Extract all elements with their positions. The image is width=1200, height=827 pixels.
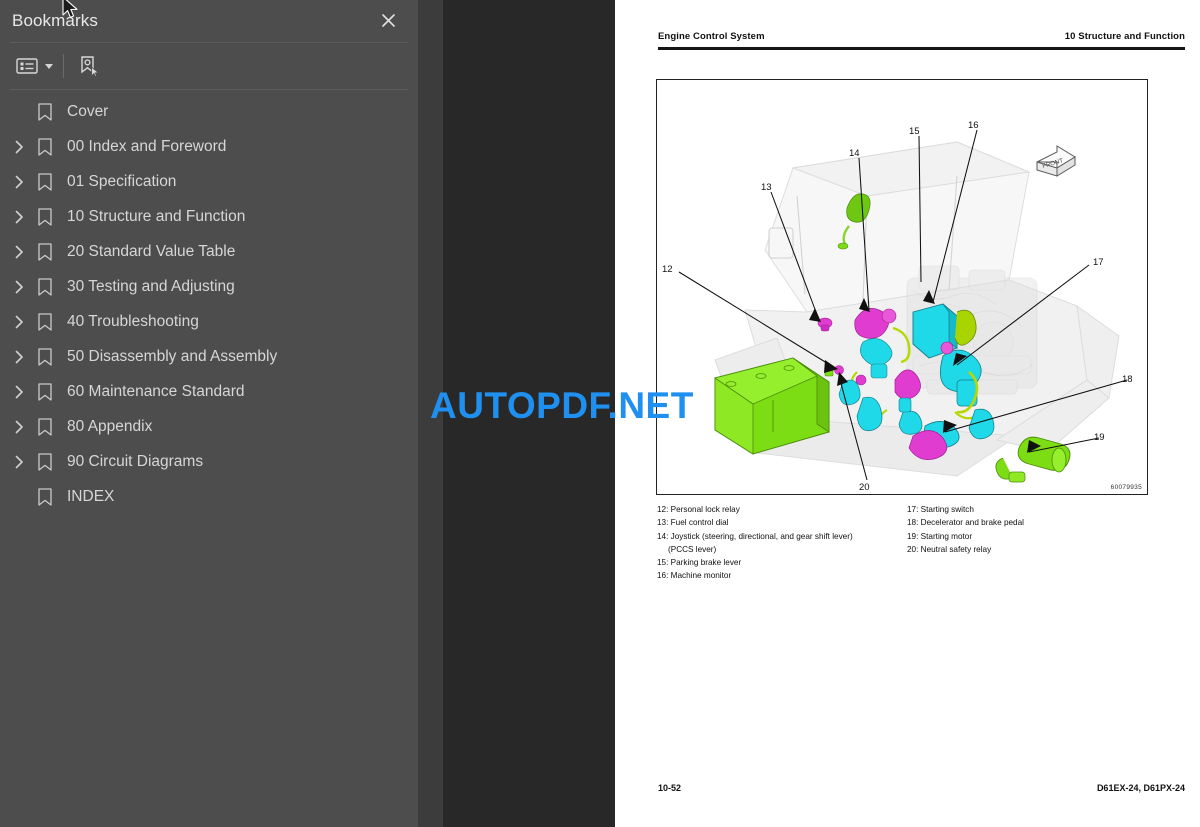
bookmark-item[interactable]: 60 Maintenance Standard [0, 374, 418, 409]
callout-14: 14 [849, 148, 860, 159]
callout-20: 20 [859, 482, 870, 492]
page-number: 10-52 [658, 783, 682, 793]
figure-box: FRONT 12 13 14 15 16 17 18 19 20 6007993… [656, 79, 1148, 495]
bookmark-icon [32, 312, 58, 331]
expand-chevron-right-icon[interactable] [6, 234, 32, 269]
page-header-rule [658, 47, 1185, 50]
bookmarks-panel-header: Bookmarks [0, 0, 418, 42]
callout-15: 15 [909, 126, 920, 137]
page-header-left: Engine Control System [658, 31, 765, 42]
bookmark-icon [32, 382, 58, 401]
bookmark-options-button[interactable] [16, 51, 53, 81]
legend-item: (PCCS lever) [668, 544, 717, 554]
callout-13: 13 [761, 182, 772, 193]
legend-column-right: 17: Starting switch 18: Decelerator and b… [907, 503, 1157, 583]
bookmark-item[interactable]: 00 Index and Foreword [0, 129, 418, 164]
bookmark-icon [32, 172, 58, 191]
close-panel-button[interactable] [374, 6, 402, 34]
bookmark-label: 50 Disassembly and Assembly [67, 347, 278, 365]
expand-chevron-right-icon[interactable] [6, 199, 32, 234]
bookmark-icon [32, 102, 58, 121]
pdf-page: Engine Control System 10 Structure and F… [615, 0, 1200, 827]
expand-chevron-right-icon[interactable] [6, 374, 32, 409]
legend-item: 20: Neutral safety relay [907, 544, 992, 554]
bookmark-icon [32, 242, 58, 261]
bookmark-label: 80 Appendix [67, 417, 153, 435]
viewer-gutter [418, 0, 443, 827]
legend-column-left: 12: Personal lock relay 13: Fuel control … [657, 503, 907, 583]
legend-item: 19: Starting motor [907, 531, 973, 541]
document-viewer: Engine Control System 10 Structure and F… [418, 0, 1200, 827]
bookmark-label: Cover [67, 102, 109, 120]
expand-chevron-right-icon[interactable] [6, 409, 32, 444]
page-header-right: 10 Structure and Function [1064, 31, 1185, 42]
bookmark-label: 00 Index and Foreword [67, 137, 227, 155]
engine-control-system-diagram: FRONT 12 13 14 15 16 17 18 19 20 [662, 120, 1133, 493]
figure-id: 60079935 [1110, 484, 1142, 491]
bookmarks-list: Cover 00 Index and Foreword 01 Specificati… [0, 90, 418, 514]
bookmark-item[interactable]: 80 Appendix [0, 409, 418, 444]
model-designation: D61EX-24, D61PX-24 [1096, 783, 1185, 793]
legend-item: 13: Fuel control dial [657, 518, 729, 528]
close-icon [381, 13, 395, 27]
bookmark-item[interactable]: Cover [0, 94, 418, 129]
bookmark-item[interactable]: 10 Structure and Function [0, 199, 418, 234]
list-options-icon [16, 58, 38, 74]
expand-chevron-right-icon[interactable] [6, 129, 32, 164]
expand-chevron-right-icon[interactable] [6, 304, 32, 339]
bookmark-label: 01 Specification [67, 172, 177, 190]
expand-chevron-right-icon[interactable] [6, 444, 32, 479]
toolbar-separator [63, 54, 64, 78]
bookmark-label: 90 Circuit Diagrams [67, 452, 204, 470]
new-bookmark-icon [81, 56, 100, 77]
bookmark-item[interactable]: INDEX [0, 479, 418, 514]
bookmark-icon [32, 277, 58, 296]
expand-chevron-right-icon[interactable] [6, 339, 32, 374]
bookmark-icon [32, 137, 58, 156]
pdf-viewer-window: Bookmarks Cover 00 Index and Foreword 01… [0, 0, 1200, 827]
expand-chevron-right-icon[interactable] [6, 269, 32, 304]
bookmark-item[interactable]: 30 Testing and Adjusting [0, 269, 418, 304]
bookmark-label: 30 Testing and Adjusting [67, 277, 235, 295]
bookmark-item[interactable]: 50 Disassembly and Assembly [0, 339, 418, 374]
front-direction-arrow: FRONT [1036, 145, 1076, 177]
page-footer: 10-52 D61EX-24, D61PX-24 [658, 783, 1185, 793]
bookmark-label: INDEX [67, 487, 115, 505]
page-header: Engine Control System 10 Structure and F… [658, 31, 1185, 42]
bookmark-item[interactable]: 40 Troubleshooting [0, 304, 418, 339]
legend-item: 14: Joystick (steering, directional, and… [657, 531, 853, 541]
bookmark-label: 60 Maintenance Standard [67, 382, 245, 400]
legend-item: 17: Starting switch [907, 505, 974, 514]
bookmark-icon [32, 417, 58, 436]
bookmark-item[interactable]: 20 Standard Value Table [0, 234, 418, 269]
new-bookmark-button[interactable] [76, 51, 100, 81]
figure-legend: 12: Personal lock relay 13: Fuel control … [657, 503, 1157, 583]
expand-chevron-right-icon[interactable] [6, 164, 32, 199]
legend-item: 16: Machine monitor [657, 571, 732, 581]
bookmark-item[interactable]: 90 Circuit Diagrams [0, 444, 418, 479]
bookmarks-sidebar: Bookmarks Cover 00 Index and Foreword 01… [0, 0, 418, 827]
bookmarks-toolbar [0, 43, 418, 89]
bookmark-label: 40 Troubleshooting [67, 312, 199, 330]
bookmark-item[interactable]: 01 Specification [0, 164, 418, 199]
callout-17: 17 [1093, 257, 1104, 268]
callout-16: 16 [968, 120, 979, 131]
panel-title: Bookmarks [12, 11, 98, 30]
chevron-down-icon [45, 63, 53, 69]
legend-item: 12: Personal lock relay [657, 505, 740, 514]
bookmark-icon [32, 452, 58, 471]
bookmark-label: 10 Structure and Function [67, 207, 246, 225]
bookmark-icon [32, 487, 58, 506]
callout-19: 19 [1094, 432, 1105, 443]
legend-item: 15: Parking brake lever [657, 558, 742, 568]
bookmark-icon [32, 347, 58, 366]
callout-12: 12 [662, 264, 673, 275]
bookmark-label: 20 Standard Value Table [67, 242, 236, 260]
callout-18: 18 [1122, 374, 1133, 385]
bookmark-icon [32, 207, 58, 226]
legend-item: 18: Decelerator and brake pedal [907, 518, 1024, 528]
